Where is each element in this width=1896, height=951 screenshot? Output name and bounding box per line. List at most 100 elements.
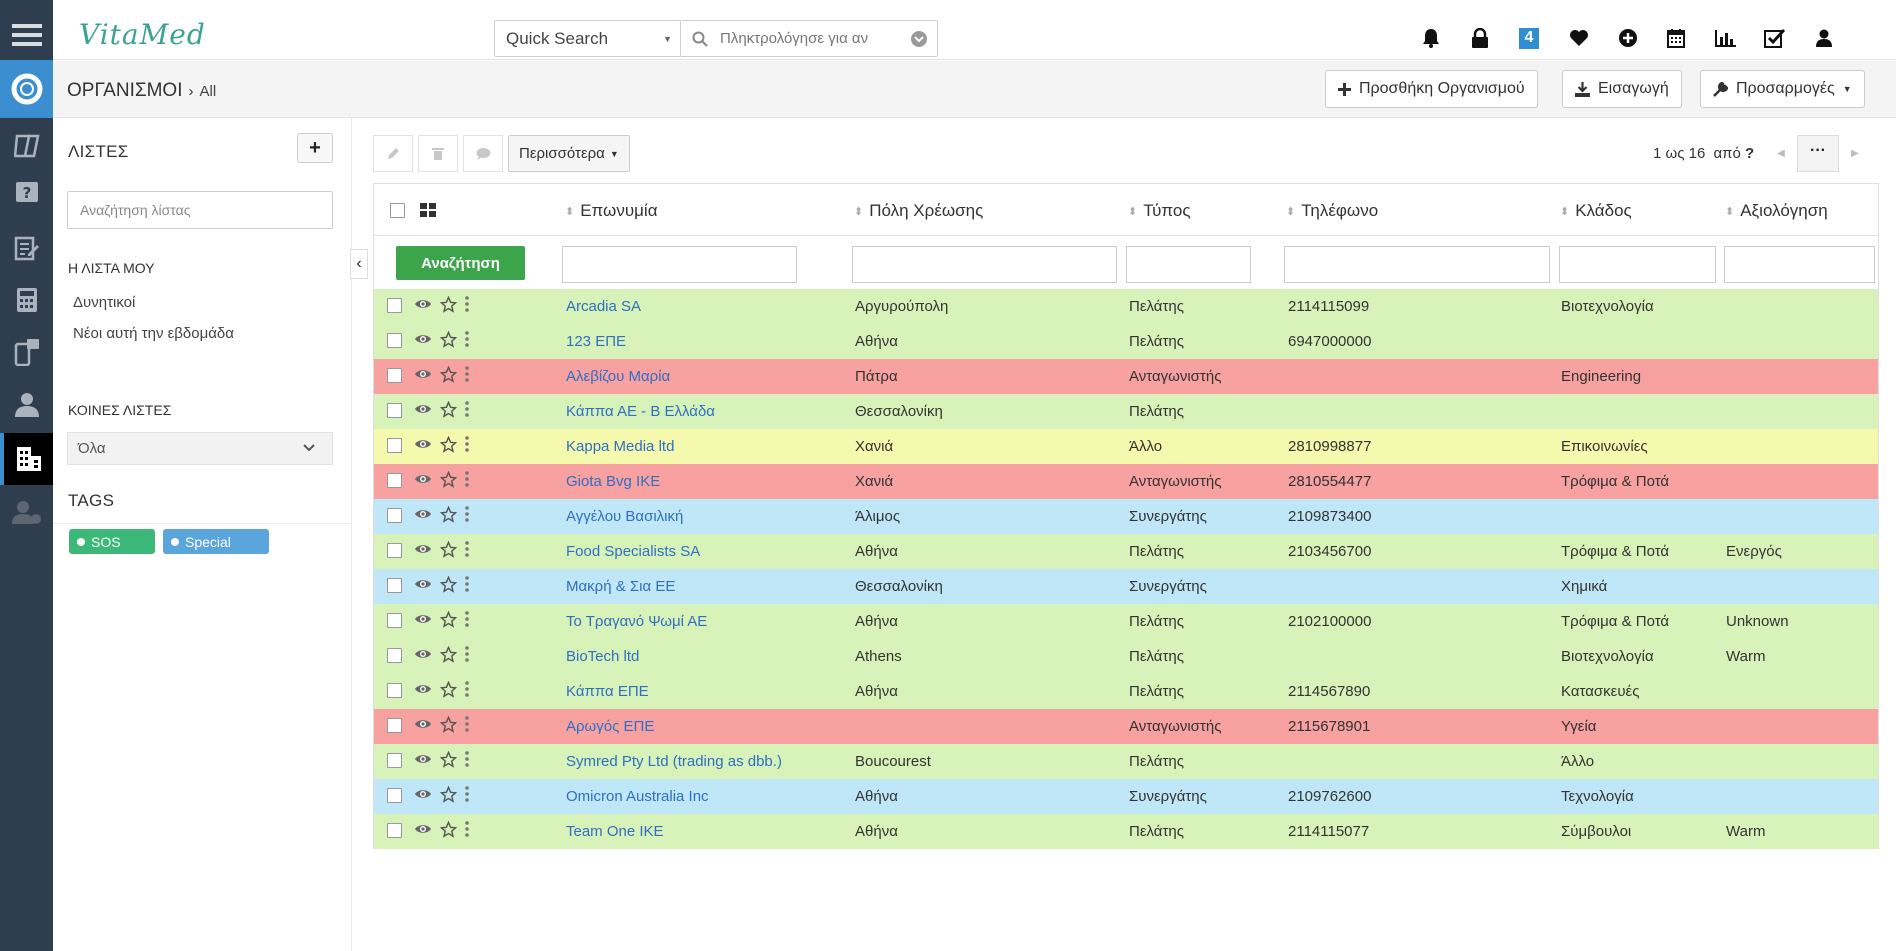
kebab-menu-icon[interactable] [465,401,469,417]
prev-page-button[interactable]: ◀ [1768,135,1794,172]
eye-icon[interactable] [414,297,432,311]
list-item-new-this-week[interactable]: Νέοι αυτή την εβδομάδα [73,325,234,342]
kebab-menu-icon[interactable] [465,471,469,487]
kebab-menu-icon[interactable] [465,646,469,662]
kebab-menu-icon[interactable] [465,751,469,767]
customize-button[interactable]: Προσαρμογές ▼ [1700,70,1865,108]
row-checkbox[interactable] [387,333,402,348]
column-header-phone[interactable]: ⬍ Τηλέφωνο [1286,201,1378,221]
table-row[interactable]: Food Specialists SA Αθήνα Πελάτης 210345670… [374,534,1878,569]
row-checkbox[interactable] [387,683,402,698]
eye-icon[interactable] [414,332,432,346]
kebab-menu-icon[interactable] [465,821,469,837]
cell-name[interactable]: Omicron Australia Inc [566,788,709,805]
search-input[interactable]: Πληκτρολόγησε για αν [681,20,938,57]
calculator-icon[interactable] [0,282,53,318]
cell-name[interactable]: Αρωγός ΕΠΕ [566,718,654,735]
row-checkbox[interactable] [387,438,402,453]
edit-note-icon[interactable] [0,230,53,266]
eye-icon[interactable] [414,542,432,556]
cell-name[interactable]: 123 ΕΠΕ [566,333,626,350]
row-checkbox[interactable] [387,718,402,733]
row-checkbox[interactable] [387,788,402,803]
kebab-menu-icon[interactable] [465,716,469,732]
star-icon[interactable] [440,646,457,663]
star-icon[interactable] [440,541,457,558]
cell-name[interactable]: Αλεβίζου Μαρία [566,368,670,385]
user-settings-icon[interactable] [0,494,53,530]
table-row[interactable]: Arcadia SA Αργυρούπολη Πελάτης 2114115099 Βι… [374,289,1878,324]
row-checkbox[interactable] [387,578,402,593]
filter-name-input[interactable] [562,246,797,283]
cell-name[interactable]: Giota Bvg IKE [566,473,660,490]
table-row[interactable]: Μακρή & Σια ΕΕ Θεσσαλονίκη Συνεργάτης Χημικ… [374,569,1878,604]
select-all-checkbox[interactable] [390,203,405,218]
pager-total[interactable]: ? [1745,145,1754,162]
column-header-city[interactable]: ⬍ Πόλη Χρέωσης [854,201,983,221]
eye-icon[interactable] [414,822,432,836]
row-checkbox[interactable] [387,543,402,558]
collapse-sidebar-button[interactable]: ‹ [350,249,368,279]
filter-label[interactable]: All [199,83,216,100]
eye-icon[interactable] [414,437,432,451]
calendar-icon[interactable] [1665,26,1687,50]
kebab-menu-icon[interactable] [465,436,469,452]
column-header-name[interactable]: ⬍ Επωνυμία [565,201,658,221]
eye-icon[interactable] [414,507,432,521]
table-row[interactable]: Team One IKE Αθήνα Πελάτης 2114115077 Σύμβου… [374,814,1878,849]
user-icon[interactable] [0,386,53,422]
eye-icon[interactable] [414,647,432,661]
notification-badge[interactable]: 4 [1518,26,1540,50]
cell-name[interactable]: Το Τραγανό Ψωμί ΑΕ [566,613,707,630]
table-row[interactable]: Κάππα ΕΠΕ Αθήνα Πελάτης 2114567890 Κατασκευέ… [374,674,1878,709]
cell-name[interactable]: Team One IKE [566,823,664,840]
eye-icon[interactable] [414,787,432,801]
table-row[interactable]: 123 ΕΠΕ Αθήνα Πελάτης 6947000000 [374,324,1878,359]
star-icon[interactable] [440,786,457,803]
quick-search-select[interactable]: Quick Search ▼ [494,20,681,57]
table-row[interactable]: Το Τραγανό Ψωμί ΑΕ Αθήνα Πελάτης 2102100000… [374,604,1878,639]
kebab-menu-icon[interactable] [465,681,469,697]
star-icon[interactable] [440,681,457,698]
eye-icon[interactable] [414,472,432,486]
row-checkbox[interactable] [387,613,402,628]
edit-button[interactable] [373,135,413,172]
filter-rating-input[interactable] [1724,246,1875,283]
eye-icon[interactable] [414,402,432,416]
cell-name[interactable]: Κάππα ΑΕ - Β Ελλάδα [566,403,715,420]
help-icon[interactable]: ? [0,176,53,212]
shared-lists-select[interactable]: Όλα [67,432,333,465]
cell-name[interactable]: BioTech ltd [566,648,639,665]
cell-name[interactable]: Symred Pty Ltd (trading as dbb.) [566,753,782,770]
table-row[interactable]: Αρωγός ΕΠΕ Ανταγωνιστής 2115678901 Υγεία [374,709,1878,744]
table-row[interactable]: Αλεβίζου Μαρία Πάτρα Ανταγωνιστής Engineeri… [374,359,1878,394]
tag-sos[interactable]: SOS [69,529,155,554]
list-item-prospects[interactable]: Δυνητικοί [73,294,135,311]
table-row[interactable]: Κάππα ΑΕ - Β Ελλάδα Θεσσαλονίκη Πελάτης [374,394,1878,429]
star-icon[interactable] [440,611,457,628]
filter-type-input[interactable] [1126,246,1251,283]
star-icon[interactable] [440,821,457,838]
plus-circle-icon[interactable] [1617,26,1639,50]
kebab-menu-icon[interactable] [465,296,469,312]
kebab-menu-icon[interactable] [465,786,469,802]
more-actions-button[interactable]: Περισσότερα ▼ [508,135,630,172]
checkbox-icon[interactable] [1763,26,1787,50]
eye-icon[interactable] [414,577,432,591]
eye-icon[interactable] [414,682,432,696]
kebab-menu-icon[interactable] [465,541,469,557]
tag-special[interactable]: Special [163,529,269,554]
next-page-button[interactable]: ▶ [1842,135,1868,172]
eye-icon[interactable] [414,717,432,731]
kebab-menu-icon[interactable] [465,611,469,627]
cell-name[interactable]: Αγγέλου Βασιλική [566,508,683,525]
filter-industry-input[interactable] [1559,246,1716,283]
star-icon[interactable] [440,471,457,488]
row-checkbox[interactable] [387,753,402,768]
profile-icon[interactable] [1813,26,1835,50]
star-icon[interactable] [440,751,457,768]
pager-options-button[interactable]: ··· [1797,135,1839,172]
table-row[interactable]: Symred Pty Ltd (trading as dbb.) Boucoure… [374,744,1878,779]
row-checkbox[interactable] [387,823,402,838]
organizations-icon[interactable] [0,433,53,485]
